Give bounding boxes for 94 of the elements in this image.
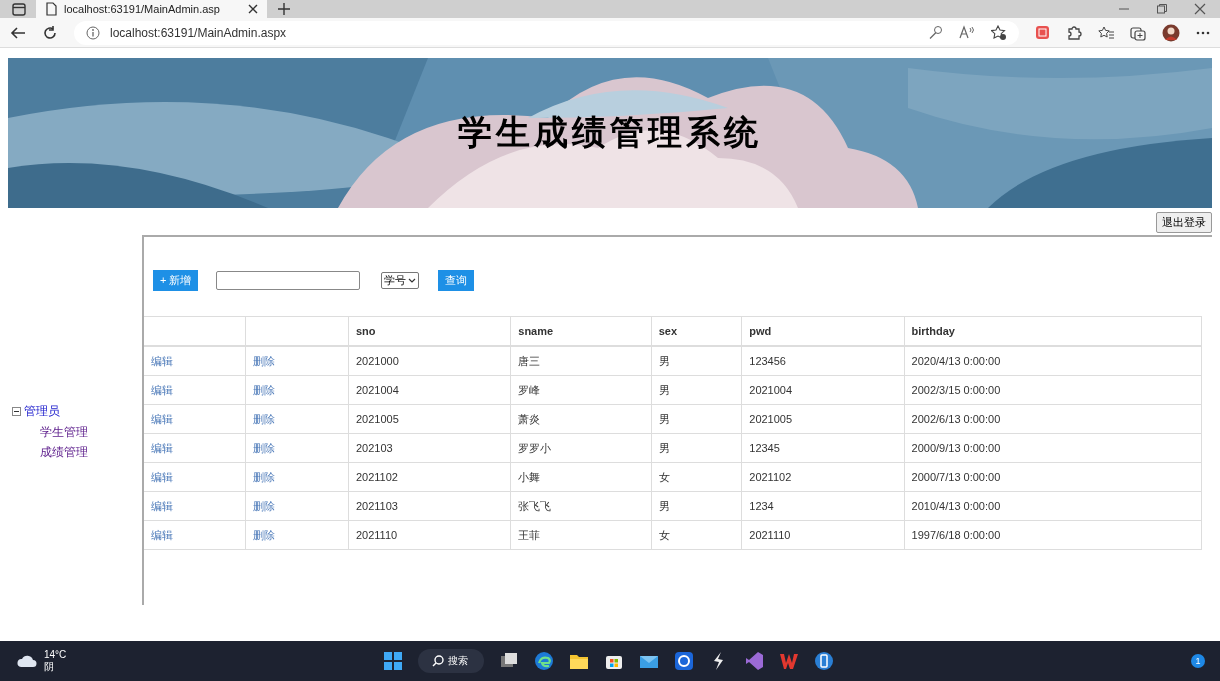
table-cell: 12345 — [749, 442, 780, 454]
table-cell: 1234 — [749, 500, 774, 512]
tree-node[interactable]: 管理员 — [24, 403, 60, 420]
start-icon[interactable] — [383, 651, 403, 671]
field-dropdown[interactable]: 学号 — [381, 271, 420, 289]
refresh-icon[interactable] — [42, 24, 58, 41]
extension-icon[interactable] — [1035, 25, 1050, 40]
table-cell: 唐三 — [518, 354, 541, 367]
table-cell: 罗峰 — [518, 383, 541, 396]
delete-link[interactable]: 删除 — [253, 383, 276, 396]
delete-link[interactable]: 删除 — [253, 470, 276, 483]
close-icon[interactable] — [247, 3, 259, 15]
table-cell: 张飞飞 — [518, 499, 552, 512]
search-icon — [432, 655, 444, 667]
search-field[interactable] — [216, 270, 361, 290]
table-cell: 202103 — [355, 442, 393, 454]
logout-button[interactable]: 退出登录 — [1156, 212, 1212, 233]
edit-link[interactable]: 编辑 — [151, 383, 173, 396]
temperature: 14°C — [44, 649, 67, 661]
table-cell: 2021005 — [749, 413, 793, 425]
weather-condition: 阴 — [44, 661, 55, 673]
table-cell: 萧炎 — [518, 412, 541, 425]
search-button[interactable]: 搜索 — [418, 649, 484, 673]
tree-link[interactable]: 成绩管理 — [40, 444, 142, 461]
column-header: sex — [658, 325, 677, 337]
table-cell: 女 — [658, 470, 670, 483]
table-cell: 2020/4/13 0:00:00 — [911, 355, 1001, 367]
avatar-icon[interactable] — [1162, 23, 1180, 42]
edit-link[interactable]: 编辑 — [151, 528, 173, 541]
window-menu-icon[interactable] — [11, 2, 27, 17]
tree-link[interactable]: 学生管理 — [40, 424, 142, 441]
table-cell: 女 — [658, 528, 670, 541]
column-header: sno — [355, 325, 376, 337]
info-icon[interactable] — [86, 25, 100, 40]
table-cell: 2002/6/13 0:00:00 — [911, 413, 1001, 425]
table-cell: 罗罗小 — [518, 441, 552, 454]
add-button[interactable]: + 新增 — [153, 269, 199, 291]
collections-icon[interactable] — [1130, 24, 1146, 41]
notification-badge[interactable]: 1 — [1191, 654, 1205, 668]
delete-link[interactable]: 删除 — [253, 412, 276, 425]
new-tab-icon[interactable] — [277, 2, 291, 16]
query-button[interactable]: 查询 — [438, 269, 475, 291]
table-cell: 男 — [658, 499, 670, 512]
table-cell: 小舞 — [518, 470, 541, 483]
table-cell: 2021103 — [355, 500, 398, 512]
table-cell: 2021102 — [355, 471, 398, 483]
table-cell: 王菲 — [518, 528, 541, 541]
more-icon[interactable] — [1196, 29, 1210, 36]
table-cell: 2021102 — [749, 471, 792, 483]
table-cell: 男 — [658, 441, 670, 454]
column-header: sname — [518, 325, 554, 337]
favorite-star-icon[interactable] — [991, 24, 1007, 41]
browser-icon[interactable] — [534, 651, 554, 671]
delete-link[interactable]: 删除 — [253, 499, 276, 512]
delete-link[interactable]: 删除 — [253, 528, 276, 541]
page-icon — [44, 2, 58, 16]
table-cell: 男 — [658, 383, 670, 396]
edit-link[interactable]: 编辑 — [151, 441, 173, 454]
edit-link[interactable]: 编辑 — [151, 412, 173, 425]
table-cell: 2021000 — [355, 355, 399, 367]
column-header: pwd — [749, 325, 772, 337]
table-cell: 2000/7/13 0:00:00 — [911, 471, 1001, 483]
office-icon[interactable] — [779, 651, 799, 671]
delete-link[interactable]: 删除 — [253, 354, 276, 367]
puzzle-icon[interactable] — [1066, 24, 1082, 41]
table-cell: 男 — [658, 412, 670, 425]
table-cell: 2021004 — [355, 384, 399, 396]
phone-icon[interactable] — [814, 651, 834, 671]
app-icon[interactable] — [674, 651, 694, 671]
table-cell: 2021110 — [355, 529, 398, 541]
column-header: birthday — [911, 325, 955, 337]
table-cell: 2010/4/13 0:00:00 — [911, 500, 1001, 512]
chevron-down-icon — [408, 276, 417, 284]
table-cell: 123456 — [749, 355, 786, 367]
table-cell: 2021005 — [355, 413, 399, 425]
table-cell: 男 — [658, 354, 670, 367]
back-icon[interactable] — [10, 24, 26, 41]
edit-link[interactable]: 编辑 — [151, 499, 173, 512]
table-cell: 2000/9/13 0:00:00 — [911, 442, 1001, 454]
table-cell: 2021110 — [749, 529, 791, 541]
restore-icon[interactable] — [1156, 3, 1168, 15]
collapse-icon[interactable] — [12, 407, 21, 416]
banner-title: 学生成绩管理系统 — [457, 111, 763, 154]
address-bar[interactable]: localhost:63191/MainAdmin.aspx — [74, 20, 1019, 45]
table-cell: 2002/3/15 0:00:00 — [911, 384, 1001, 396]
table-cell: 1997/6/18 0:00:00 — [911, 529, 1001, 541]
tab-title: localhost:63191/MainAdmin.asp — [64, 3, 221, 15]
edit-link[interactable]: 编辑 — [151, 470, 173, 483]
read-aloud-icon[interactable] — [959, 25, 975, 40]
browser-tab[interactable]: localhost:63191/MainAdmin.asp — [36, 0, 267, 18]
table-cell: 2021004 — [749, 384, 793, 396]
delete-link[interactable]: 删除 — [253, 441, 276, 454]
edit-link[interactable]: 编辑 — [151, 354, 173, 367]
favorites-icon[interactable] — [1098, 25, 1114, 40]
